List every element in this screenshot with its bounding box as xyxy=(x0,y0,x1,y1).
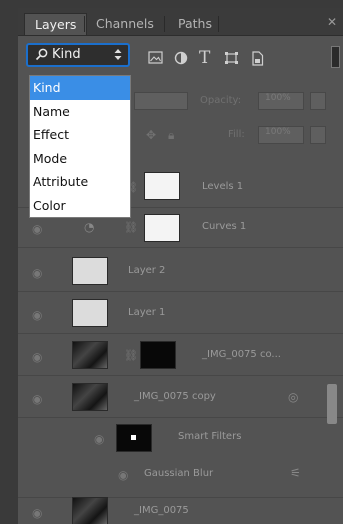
filter-options-icon[interactable]: ⚟ xyxy=(290,466,301,480)
select-arrows-icon xyxy=(114,48,122,65)
tab-divider xyxy=(218,16,219,32)
mask-dot xyxy=(131,435,136,440)
layer-mask-thumbnail[interactable] xyxy=(144,214,180,242)
dropdown-option-effect[interactable]: Effect xyxy=(30,123,130,147)
layer-name: Layer 1 xyxy=(128,307,166,318)
filter-type-dropdown: Kind Name Effect Mode Attribute Color xyxy=(29,75,131,218)
layer-thumbnail[interactable] xyxy=(72,257,108,285)
layer-name: Levels 1 xyxy=(202,181,244,192)
filter-type-select[interactable]: Kind xyxy=(26,43,130,67)
layer-name: Layer 2 xyxy=(128,265,166,276)
link-chain-icon: ⛓ xyxy=(124,221,138,234)
layer-row[interactable]: ◉ Layer 2 xyxy=(18,252,343,292)
visibility-eye-icon[interactable]: ◉ xyxy=(94,432,104,446)
layer-name: _IMG_0075 xyxy=(134,505,189,516)
filter-type-value: Kind xyxy=(52,47,81,62)
move-lock-icon[interactable]: ✥ xyxy=(146,128,156,142)
layer-name: _IMG_0075 copy xyxy=(134,391,216,402)
blend-mode-select[interactable] xyxy=(134,92,188,110)
visibility-eye-icon[interactable]: ◉ xyxy=(118,468,128,482)
filter-name: Gaussian Blur xyxy=(144,468,214,479)
visibility-eye-icon[interactable]: ◉ xyxy=(32,392,42,406)
layer-row[interactable]: ◉ _IMG_0075 copy ◎ xyxy=(18,378,343,418)
fill-label: Fill: xyxy=(228,129,245,140)
opacity-label: Opacity: xyxy=(200,95,242,106)
dropdown-option-attribute[interactable]: Attribute xyxy=(30,170,130,194)
layer-row[interactable]: ◉ ⛓ _IMG_0075 co... xyxy=(18,336,343,376)
smart-filters-label: Smart Filters xyxy=(178,431,242,442)
layer-name: _IMG_0075 co... xyxy=(202,349,281,360)
layer-mask-thumbnail[interactable] xyxy=(140,341,176,369)
panel-close-icon[interactable]: ✕ xyxy=(327,15,337,29)
adjustment-layer-icon: ◔ xyxy=(84,220,95,234)
tab-paths[interactable]: Paths xyxy=(168,13,222,35)
scrollbar-thumb[interactable] xyxy=(327,384,337,424)
smart-object-filter-icon[interactable] xyxy=(251,51,264,69)
visibility-eye-icon[interactable]: ◉ xyxy=(32,350,42,364)
layer-thumbnail[interactable] xyxy=(72,299,108,327)
panel-tab-bar: Layers Channels Paths ✕ xyxy=(18,8,343,36)
layer-thumbnail[interactable] xyxy=(72,341,108,369)
search-icon xyxy=(35,48,48,65)
all-lock-icon[interactable]: 🔒︎ xyxy=(168,128,174,143)
adjustment-filter-icon[interactable] xyxy=(174,51,188,68)
dropdown-option-mode[interactable]: Mode xyxy=(30,147,130,171)
type-filter-icon[interactable]: T xyxy=(199,48,210,68)
fill-arrow[interactable] xyxy=(310,126,326,144)
visibility-eye-icon[interactable]: ◉ xyxy=(32,308,42,322)
image-filter-icon[interactable] xyxy=(148,51,163,67)
tab-channels[interactable]: Channels xyxy=(86,13,164,35)
dropdown-option-kind[interactable]: Kind xyxy=(30,76,130,100)
tab-divider xyxy=(164,16,165,32)
smart-filters-row[interactable]: ◉ Smart Filters xyxy=(18,418,343,458)
dropdown-option-color[interactable]: Color xyxy=(30,194,130,218)
link-chain-icon: ⛓ xyxy=(124,349,138,362)
opacity-field[interactable]: 100% xyxy=(258,92,304,110)
tab-divider xyxy=(84,16,85,32)
layer-mask-thumbnail[interactable] xyxy=(144,172,180,200)
dropdown-option-name[interactable]: Name xyxy=(30,100,130,124)
layer-name: Curves 1 xyxy=(202,221,247,232)
opacity-arrow[interactable] xyxy=(310,92,326,110)
layer-row[interactable]: ◉ Layer 1 xyxy=(18,294,343,334)
visibility-eye-icon[interactable]: ◉ xyxy=(32,506,42,520)
filter-toggle-switch[interactable] xyxy=(331,46,340,68)
visibility-eye-icon[interactable]: ◉ xyxy=(32,222,42,236)
layer-row[interactable]: ◉ _IMG_0075 xyxy=(18,492,343,524)
fill-field[interactable]: 100% xyxy=(258,126,304,144)
visibility-eye-icon[interactable]: ◉ xyxy=(32,266,42,280)
smart-filter-badge-icon: ◎ xyxy=(288,390,299,404)
shape-filter-icon[interactable] xyxy=(224,51,239,68)
smart-object-thumbnail[interactable] xyxy=(72,497,108,524)
tab-layers[interactable]: Layers xyxy=(24,13,88,35)
smart-object-thumbnail[interactable] xyxy=(72,383,108,411)
layer-filter-bar: Kind T xyxy=(18,36,343,76)
